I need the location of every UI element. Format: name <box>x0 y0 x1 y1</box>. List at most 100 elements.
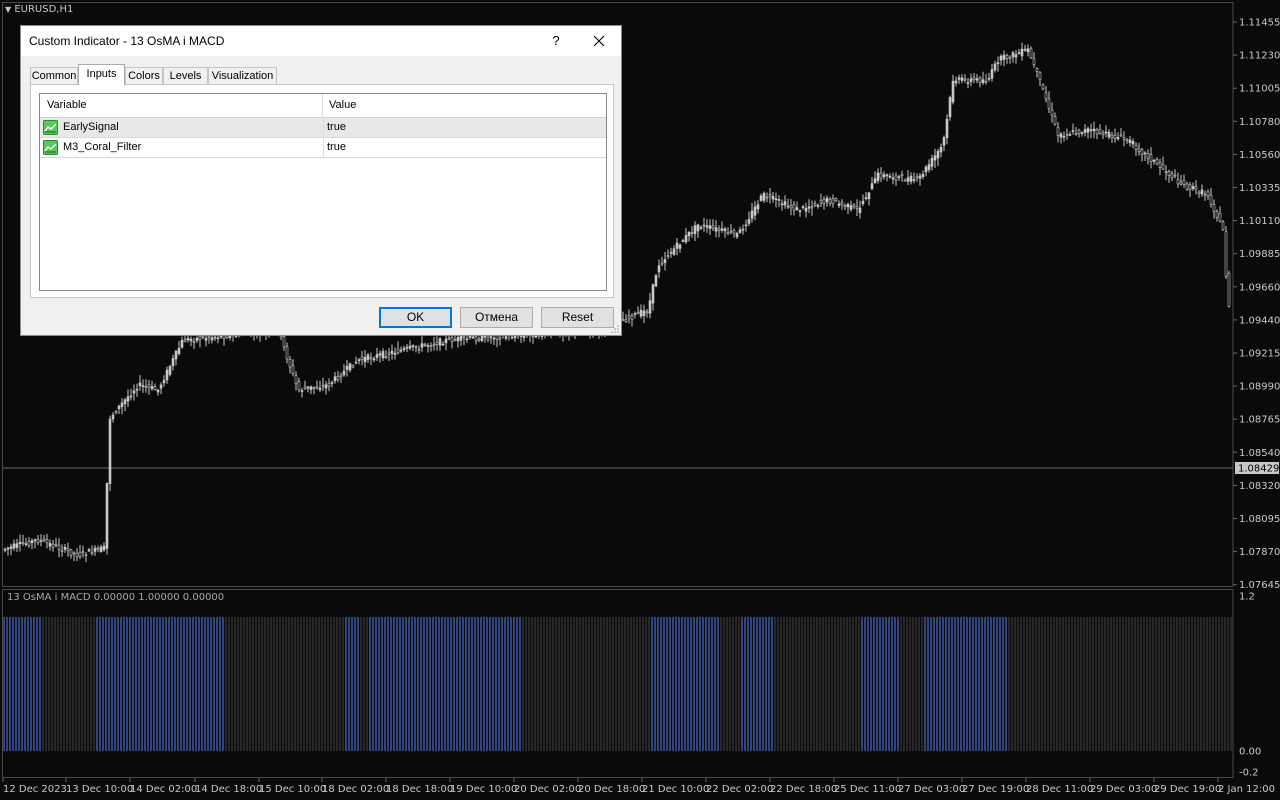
candle-body <box>738 229 742 233</box>
candle-body <box>1170 173 1174 179</box>
tab-colors[interactable]: Colors <box>125 67 163 84</box>
candle-body <box>1101 132 1105 136</box>
candle-body <box>975 78 979 81</box>
candle-body <box>678 244 682 249</box>
tab-common[interactable]: Common <box>30 67 78 84</box>
candle-body <box>198 336 202 340</box>
variable-value[interactable]: true <box>323 118 346 137</box>
dialog-titlebar[interactable]: Custom Indicator - 13 OsMA i MACD ? <box>21 26 621 56</box>
candle-body <box>693 225 697 235</box>
cancel-button[interactable]: Отмена <box>460 307 533 328</box>
candle-body <box>708 225 712 229</box>
candle-body <box>861 200 865 204</box>
candle-body <box>1095 129 1099 135</box>
candle-body <box>663 259 667 264</box>
candle-body <box>894 175 898 181</box>
candle-body <box>300 390 304 392</box>
table-header: Variable Value <box>40 94 606 118</box>
variable-value[interactable]: true <box>323 138 346 157</box>
price-tick-label: 1.09660 <box>1239 282 1280 293</box>
candle-body <box>702 224 706 227</box>
candle-body <box>747 219 751 224</box>
table-row[interactable]: EarlySignal true <box>40 118 606 138</box>
variable-column-header[interactable]: Variable <box>40 94 323 117</box>
candle-body <box>1191 186 1195 189</box>
candle-body <box>1173 174 1177 177</box>
price-tick-label: 1.08095 <box>1239 514 1280 525</box>
candle-body <box>1164 171 1168 173</box>
candle-body <box>621 319 625 321</box>
candle-body <box>780 203 784 206</box>
candle-body <box>18 541 22 545</box>
candle-body <box>1047 98 1051 109</box>
variable-name: M3_Coral_Filter <box>63 141 142 153</box>
tab-levels[interactable]: Levels <box>163 67 208 84</box>
table-row[interactable]: M3_Coral_Filter true <box>40 138 606 158</box>
candle-body <box>1017 52 1021 55</box>
candle-body <box>684 235 688 243</box>
help-button[interactable]: ? <box>541 31 571 51</box>
candle-body <box>876 172 880 182</box>
inputs-table: Variable Value EarlySignal true M3_Coral… <box>39 93 607 291</box>
candle-body <box>1227 272 1231 307</box>
candle-body <box>90 552 94 554</box>
candle-body <box>855 206 859 209</box>
candle-body <box>99 546 103 553</box>
tab-inputs[interactable]: Inputs <box>78 64 125 85</box>
tab-visualization[interactable]: Visualization <box>208 67 277 84</box>
candle-body <box>354 361 358 364</box>
candle-body <box>12 543 16 549</box>
candle-body <box>378 353 382 356</box>
candle-body <box>1158 162 1162 168</box>
price-tick-label: 1.11455 <box>1239 18 1280 29</box>
price-tick-label: 1.11230 <box>1239 51 1280 62</box>
candle-body <box>636 311 640 314</box>
candle-body <box>924 166 928 173</box>
candle-body <box>66 548 70 551</box>
candle-body <box>1053 116 1057 125</box>
candle-body <box>465 338 469 341</box>
candle-body <box>735 233 739 238</box>
candle-body <box>72 552 76 555</box>
value-column-header[interactable]: Value <box>323 94 606 117</box>
indicator-label: 13 OsMA i MACD 0.00000 1.00000 0.00000 <box>7 592 225 603</box>
candle-body <box>690 232 694 234</box>
candle-body <box>168 366 172 375</box>
time-tick-label: 21 Dec 10:00 <box>642 784 709 795</box>
candle-body <box>1065 133 1069 136</box>
candle-body <box>840 201 844 205</box>
candle-body <box>342 370 346 376</box>
candle-body <box>660 262 664 265</box>
candle-body <box>405 346 409 349</box>
price-tick-label: 1.09215 <box>1239 349 1280 360</box>
chevron-down-icon[interactable]: ▼ <box>5 5 11 14</box>
candle-body <box>933 155 937 161</box>
candle-body <box>210 337 214 341</box>
candle-body <box>1032 58 1036 65</box>
candle-body <box>1152 159 1156 162</box>
candle-body <box>309 386 313 390</box>
candle-body <box>1113 134 1117 139</box>
candle-body <box>630 315 634 320</box>
price-tick-label: 1.10110 <box>1239 216 1280 227</box>
ok-button[interactable]: OK <box>379 307 452 328</box>
candle-body <box>195 337 199 341</box>
inputs-panel: Variable Value EarlySignal true M3_Coral… <box>30 84 614 298</box>
candle-body <box>639 309 643 317</box>
candle-body <box>87 549 91 552</box>
time-tick-label: 27 Dec 19:00 <box>962 784 1029 795</box>
close-button[interactable] <box>584 29 614 53</box>
reset-button[interactable]: Reset <box>541 307 614 328</box>
candle-body <box>1026 48 1030 53</box>
candle-body <box>330 382 334 384</box>
price-tick-label: 1.07645 <box>1239 580 1280 591</box>
candle-body <box>996 62 1000 65</box>
candle-body <box>699 226 703 229</box>
candle-body <box>720 228 724 231</box>
candle-body <box>1059 133 1063 138</box>
candle-body <box>462 336 466 339</box>
candle-body <box>1140 149 1144 155</box>
resize-grip-icon[interactable] <box>611 325 619 333</box>
candle-body <box>795 207 799 211</box>
candle-body <box>1005 55 1009 59</box>
